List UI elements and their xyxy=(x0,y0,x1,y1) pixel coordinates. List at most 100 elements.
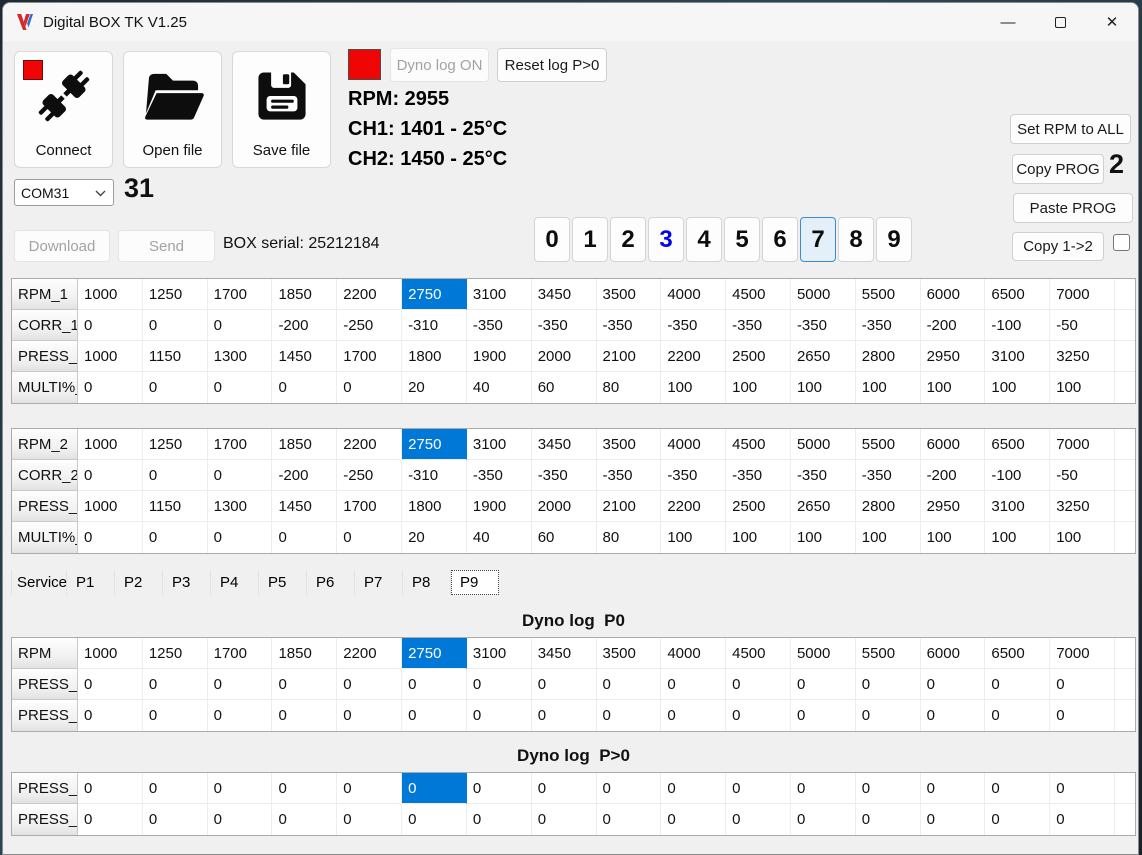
table-cell[interactable]: -350 xyxy=(466,460,532,491)
table-cell[interactable]: 100 xyxy=(790,372,856,403)
tab-p4[interactable]: P4 xyxy=(211,570,259,595)
table-cell[interactable]: -350 xyxy=(661,310,727,341)
table-cell[interactable]: 2200 xyxy=(337,429,403,460)
table-cell[interactable]: 0 xyxy=(790,700,856,731)
table-cell[interactable]: 0 xyxy=(920,700,986,731)
table-cell[interactable]: 0 xyxy=(272,372,338,403)
prog-button-1[interactable]: 1 xyxy=(572,217,608,262)
table-cell[interactable]: 5500 xyxy=(855,429,921,460)
minimize-button[interactable]: — xyxy=(982,3,1034,41)
table-cell[interactable]: 0 xyxy=(272,773,338,804)
table-cell[interactable]: 0 xyxy=(466,669,532,700)
table-cell[interactable]: 3450 xyxy=(531,638,597,669)
table-cell[interactable]: 2200 xyxy=(337,638,403,669)
table-cell[interactable]: 1150 xyxy=(142,491,208,522)
table-cell[interactable]: 6500 xyxy=(985,279,1051,310)
table-cell[interactable]: -250 xyxy=(337,310,403,341)
table-cell[interactable]: -350 xyxy=(855,310,921,341)
table-cell[interactable]: 0 xyxy=(985,700,1051,731)
table-cell[interactable]: 100 xyxy=(855,372,921,403)
table-cell[interactable]: 0 xyxy=(726,773,791,804)
table-cell[interactable]: 3500 xyxy=(596,638,662,669)
table-cell[interactable]: 2200 xyxy=(661,491,727,522)
table-cell[interactable]: -350 xyxy=(855,460,921,491)
connect-button[interactable]: Connect xyxy=(14,51,113,168)
table-cell[interactable]: 2200 xyxy=(337,279,403,310)
table-cell[interactable]: 6500 xyxy=(985,638,1051,669)
table-cell[interactable]: 0 xyxy=(466,700,532,731)
table-cell[interactable]: 40 xyxy=(466,522,532,553)
table-cell[interactable]: 80 xyxy=(596,372,662,403)
table-cell[interactable]: 2800 xyxy=(855,341,921,372)
prog-button-4[interactable]: 4 xyxy=(686,217,722,262)
table-cell[interactable]: 1850 xyxy=(272,638,338,669)
table-cell[interactable]: 0 xyxy=(920,773,986,804)
table-cell[interactable]: 3100 xyxy=(466,279,532,310)
table-cell[interactable]: 4500 xyxy=(726,279,791,310)
table-cell[interactable]: 0 xyxy=(272,804,338,835)
table-cell[interactable]: 60 xyxy=(531,372,597,403)
prog-button-0[interactable]: 0 xyxy=(534,217,570,262)
table-cell[interactable]: -350 xyxy=(596,460,662,491)
table-cell[interactable]: -200 xyxy=(272,310,338,341)
table-cell[interactable]: 2800 xyxy=(855,491,921,522)
table-cell[interactable]: 1850 xyxy=(272,279,338,310)
maximize-button[interactable] xyxy=(1034,3,1086,41)
table-cell[interactable]: 1000 xyxy=(78,341,143,372)
table-cell[interactable]: 5000 xyxy=(790,279,856,310)
table-cell[interactable]: -350 xyxy=(596,310,662,341)
table-cell[interactable]: 100 xyxy=(1050,522,1115,553)
tab-p9[interactable]: P9 xyxy=(451,570,499,595)
table-cell[interactable]: 2950 xyxy=(920,491,986,522)
table-cell[interactable]: 6000 xyxy=(920,279,986,310)
table-cell[interactable]: 0 xyxy=(337,522,403,553)
table-cell[interactable]: 80 xyxy=(596,522,662,553)
table-cell[interactable]: 1700 xyxy=(207,429,273,460)
table-cell[interactable]: 2100 xyxy=(596,491,662,522)
table-cell[interactable]: 20 xyxy=(402,372,467,403)
table-cell[interactable]: 0 xyxy=(1050,804,1115,835)
table-cell[interactable]: 0 xyxy=(78,372,143,403)
table-cell[interactable]: 1250 xyxy=(142,638,208,669)
table-cell[interactable]: 0 xyxy=(790,773,856,804)
tab-p6[interactable]: P6 xyxy=(307,570,355,595)
table-cell[interactable]: 60 xyxy=(531,522,597,553)
table-cell[interactable]: 0 xyxy=(142,522,208,553)
table-cell[interactable]: 5000 xyxy=(790,638,856,669)
table-cell[interactable]: -200 xyxy=(920,310,986,341)
table-cell[interactable]: 0 xyxy=(790,669,856,700)
table-cell[interactable]: 0 xyxy=(531,669,597,700)
table-cell[interactable]: 0 xyxy=(531,773,597,804)
table-cell[interactable]: 0 xyxy=(207,522,273,553)
table-cell[interactable]: 2650 xyxy=(790,341,856,372)
table-cell[interactable]: 0 xyxy=(661,669,727,700)
table-cell[interactable]: 4500 xyxy=(726,429,791,460)
table-cell[interactable]: -50 xyxy=(1050,460,1115,491)
table-cell[interactable]: 1700 xyxy=(337,491,403,522)
table-cell[interactable]: 0 xyxy=(1050,773,1115,804)
table-cell[interactable]: -310 xyxy=(402,460,467,491)
table-cell[interactable]: 0 xyxy=(531,804,597,835)
table-cell[interactable]: 0 xyxy=(78,460,143,491)
prog-button-6[interactable]: 6 xyxy=(762,217,798,262)
table-cell[interactable]: 0 xyxy=(142,700,208,731)
table-cell[interactable]: 1000 xyxy=(78,491,143,522)
table-cell[interactable]: 0 xyxy=(920,669,986,700)
table-cell[interactable]: 2100 xyxy=(596,341,662,372)
tab-p8[interactable]: P8 xyxy=(403,570,451,595)
table-cell[interactable]: 0 xyxy=(78,310,143,341)
table-cell[interactable]: 20 xyxy=(402,522,467,553)
table-cell[interactable]: 0 xyxy=(272,669,338,700)
table-cell[interactable]: 3500 xyxy=(596,279,662,310)
prog-button-2[interactable]: 2 xyxy=(610,217,646,262)
table-cell[interactable]: 1900 xyxy=(466,341,532,372)
table-cell[interactable]: 1150 xyxy=(142,341,208,372)
table-cell[interactable]: 0 xyxy=(985,669,1051,700)
table-cell[interactable]: 1450 xyxy=(272,341,338,372)
table-cell[interactable]: 0 xyxy=(855,669,921,700)
close-button[interactable]: ✕ xyxy=(1086,3,1138,41)
table-cell[interactable]: 1700 xyxy=(207,279,273,310)
table-cell[interactable]: 3100 xyxy=(985,491,1051,522)
table-cell[interactable]: 3500 xyxy=(596,429,662,460)
table-cell[interactable]: 3100 xyxy=(985,341,1051,372)
